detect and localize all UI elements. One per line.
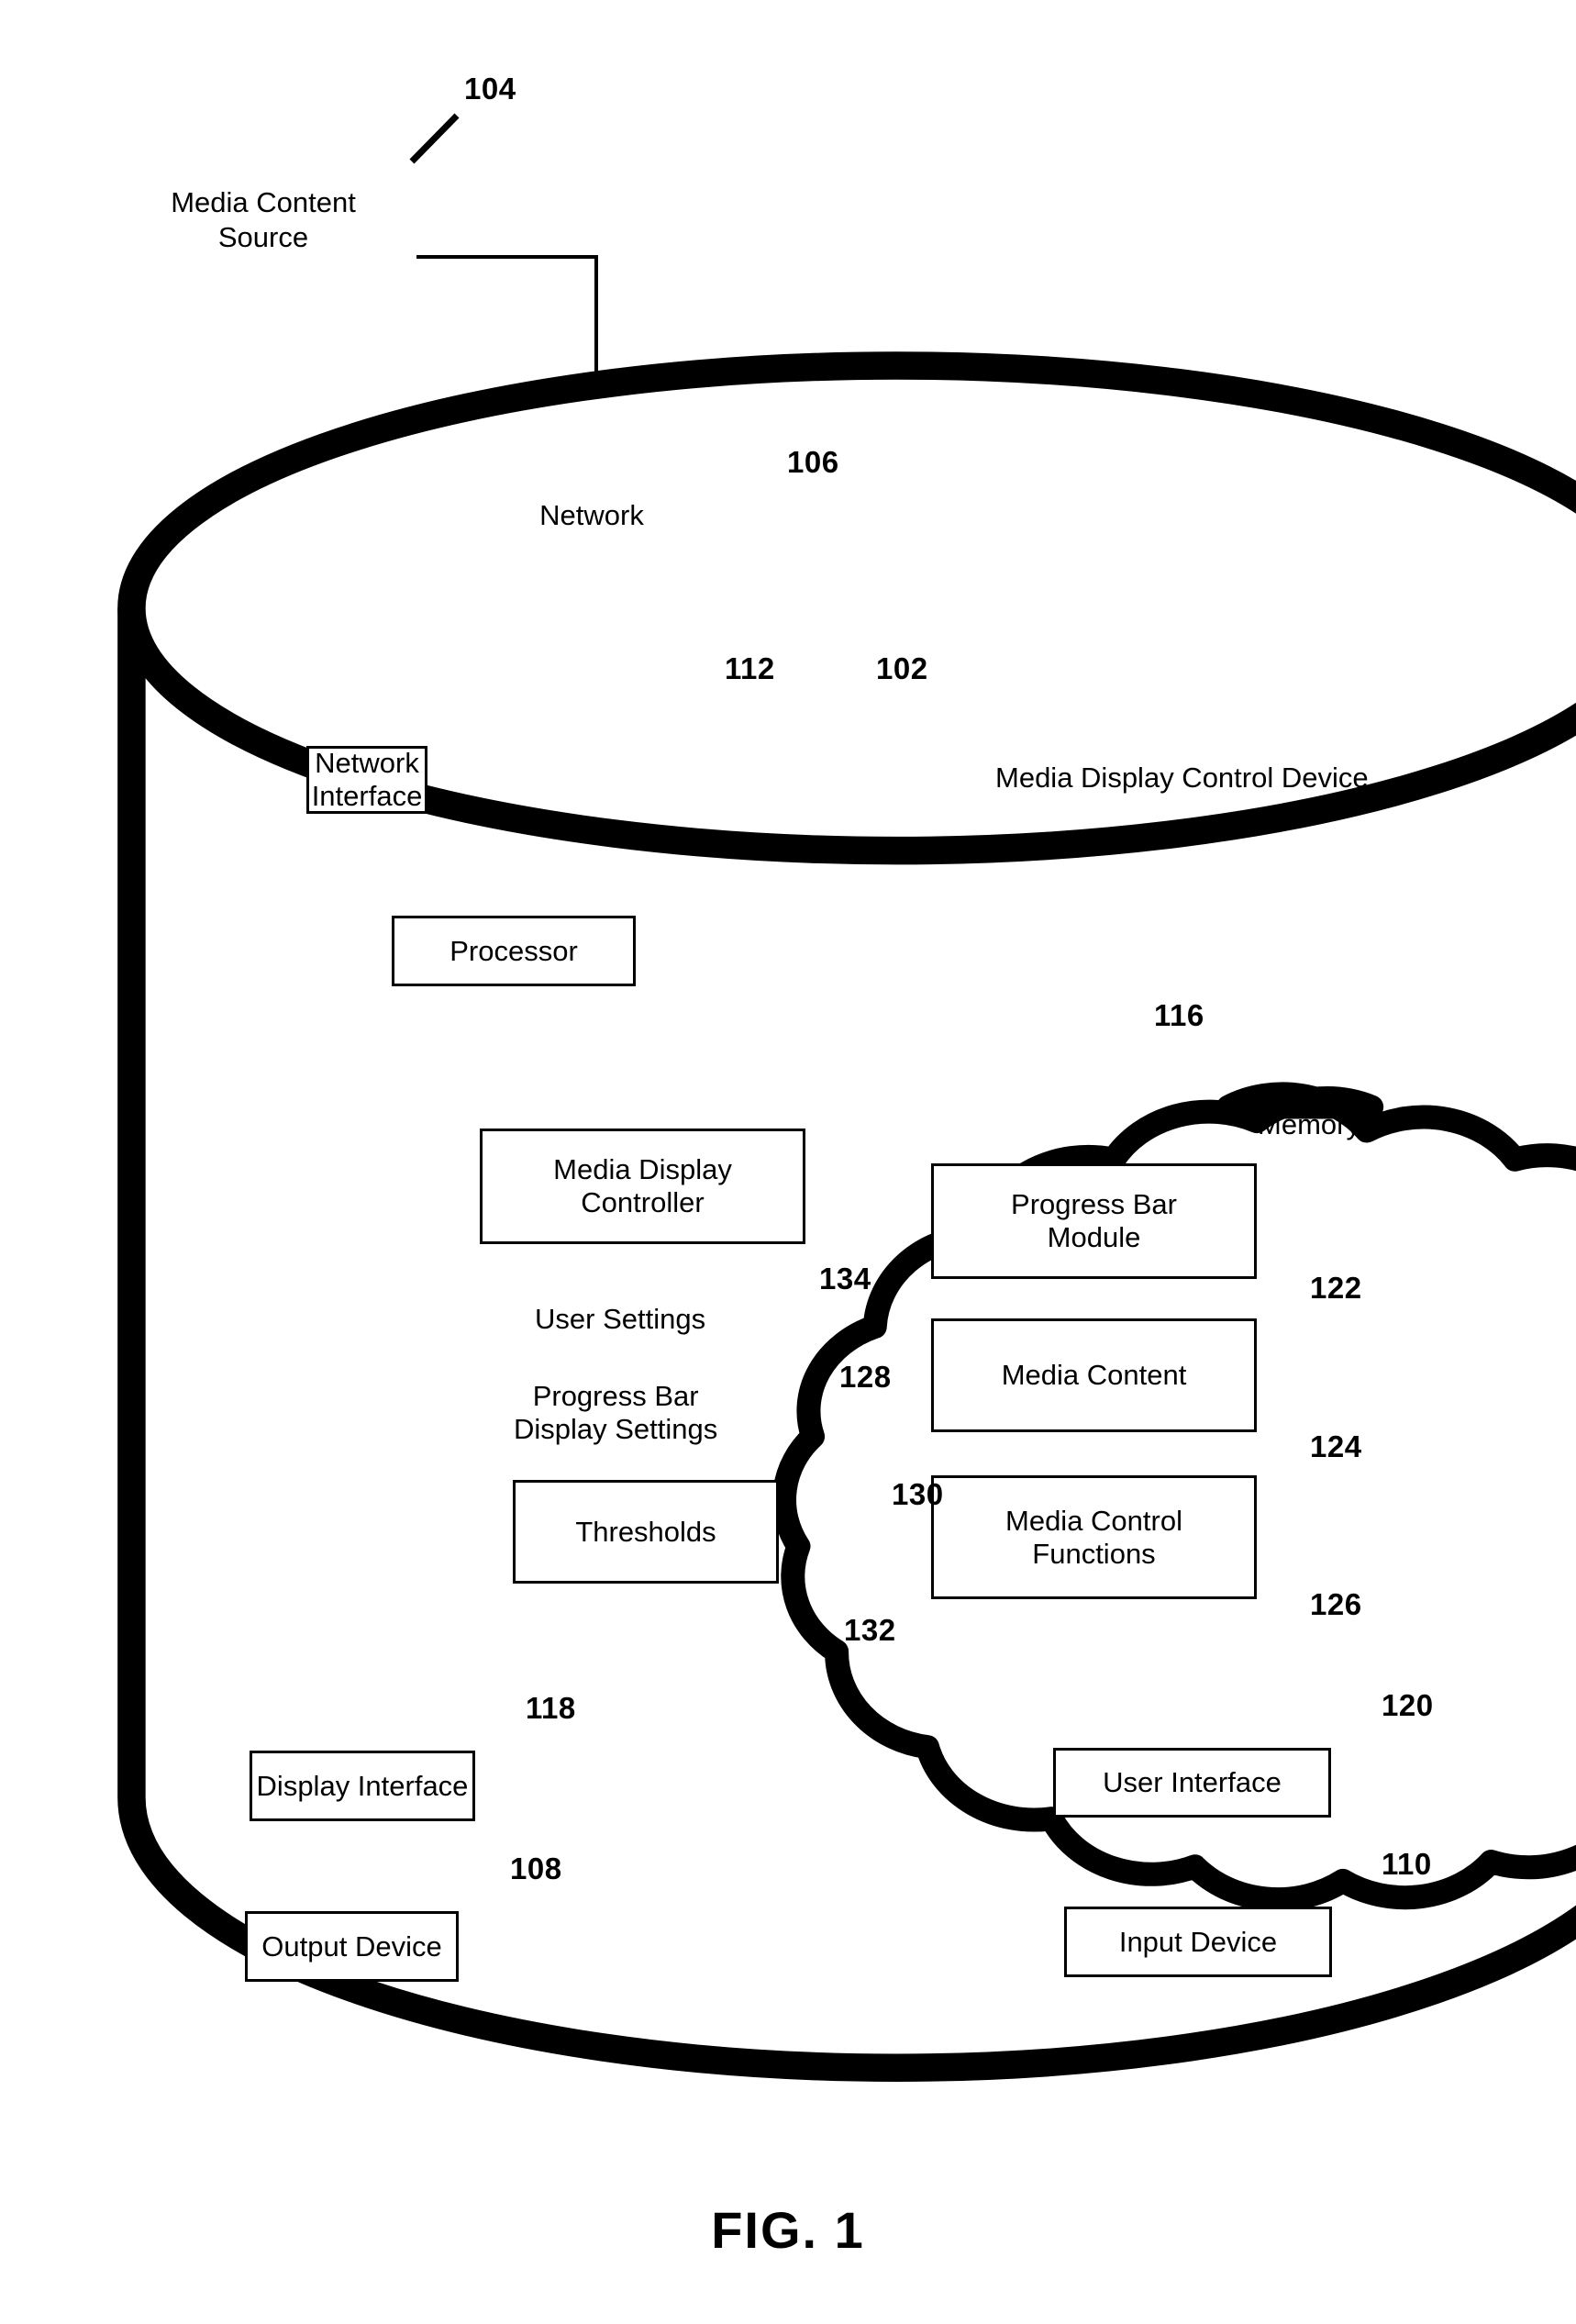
ref-102: 102 xyxy=(876,651,928,685)
ref-120: 120 xyxy=(1382,1688,1434,1722)
media-content-node: Media Content xyxy=(931,1318,1257,1432)
ref-130: 130 xyxy=(892,1477,944,1511)
ref-112: 112 xyxy=(725,651,775,685)
network-interface-node: Network Interface xyxy=(306,746,427,814)
ref-108: 108 xyxy=(510,1851,562,1885)
output-device-label: Output Device xyxy=(261,1929,442,1963)
processor-label: Processor xyxy=(449,934,578,967)
network-interface-label: Network Interface xyxy=(311,747,423,812)
ref-118: 118 xyxy=(526,1691,576,1725)
ref-134: 134 xyxy=(819,1262,871,1295)
processor-node: Processor xyxy=(392,916,636,986)
ref-116: 116 xyxy=(1154,998,1204,1032)
network-node: Network xyxy=(440,420,1576,1912)
display-interface-label: Display Interface xyxy=(256,1769,469,1802)
user-settings-label: User Settings xyxy=(535,1303,706,1335)
input-device-label: Input Device xyxy=(1118,1925,1278,1958)
media-control-functions-label: Media Control Functions xyxy=(1005,1504,1182,1570)
thresholds-label: Thresholds xyxy=(575,1515,716,1548)
ref-126: 126 xyxy=(1310,1587,1362,1621)
output-device-node: Output Device xyxy=(245,1911,459,1982)
progress-bar-display-settings-label: Progress Bar Display Settings xyxy=(514,1380,718,1445)
ref-110: 110 xyxy=(1382,1847,1432,1881)
media-display-control-device-label: Media Display Control Device xyxy=(995,762,1369,794)
user-interface-label: User Interface xyxy=(1103,1766,1282,1799)
display-interface-node: Display Interface xyxy=(250,1751,475,1821)
ref-106: 106 xyxy=(787,445,839,479)
user-interface-node: User Interface xyxy=(1053,1748,1331,1818)
progress-bar-module-node: Progress Bar Module xyxy=(931,1163,1257,1279)
network-label: Network xyxy=(539,499,644,531)
media-display-controller-node: Media Display Controller xyxy=(480,1129,805,1244)
ref-122: 122 xyxy=(1310,1271,1362,1305)
media-display-controller-label: Media Display Controller xyxy=(553,1153,732,1218)
figure-caption: FIG. 1 xyxy=(711,2201,865,2259)
memory-label: Memory xyxy=(1258,1108,1360,1140)
ref-132: 132 xyxy=(844,1613,896,1647)
ref-114: 114 xyxy=(705,828,756,862)
ref-128: 128 xyxy=(839,1360,892,1394)
ref-104: 104 xyxy=(464,72,516,106)
media-content-label: Media Content xyxy=(1001,1359,1187,1392)
patent-figure-sheet: Media Content Source 104 Network 106 Med… xyxy=(0,0,1576,2324)
media-content-source-node: Media Content Source xyxy=(108,48,1576,2082)
progress-bar-module-label: Progress Bar Module xyxy=(1011,1188,1177,1253)
ref-124: 124 xyxy=(1310,1429,1362,1463)
input-device-node: Input Device xyxy=(1064,1907,1332,1977)
media-control-functions-node: Media Control Functions xyxy=(931,1475,1257,1599)
thresholds-node: Thresholds xyxy=(513,1480,779,1584)
media-content-source-label: Media Content Source xyxy=(171,186,356,253)
